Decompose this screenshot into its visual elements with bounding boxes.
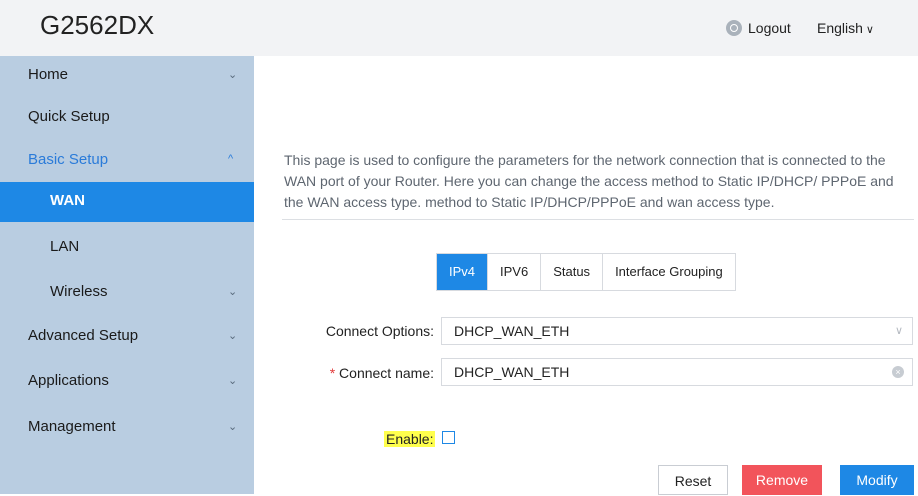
clear-icon[interactable]: × xyxy=(892,366,904,378)
sidebar-item-management[interactable]: Management ⌄ xyxy=(0,408,254,448)
brand-title: G2562DX xyxy=(40,10,155,40)
tab-interface-grouping[interactable]: Interface Grouping xyxy=(602,254,735,290)
logout-label: Logout xyxy=(748,20,791,36)
sidebar-item-label: Advanced Setup xyxy=(28,327,139,344)
chevron-down-icon: ⌄ xyxy=(228,375,238,387)
sidebar-item-label: Home xyxy=(28,66,69,83)
chevron-down-icon: ⌄ xyxy=(228,330,238,342)
sidebar-item-label: Basic Setup xyxy=(28,151,109,168)
chevron-up-icon: ^ xyxy=(228,153,234,165)
logout-link[interactable]: Logout xyxy=(726,20,791,36)
chevron-down-icon: ⌄ xyxy=(228,421,238,433)
connect-name-value: DHCP_WAN_ETH xyxy=(454,364,570,380)
top-header: G2562DX Logout English ∨ xyxy=(0,0,918,56)
required-marker: * xyxy=(329,365,336,381)
sidebar-item-wan[interactable]: WAN xyxy=(0,182,254,222)
enable-checkbox[interactable] xyxy=(442,431,455,444)
modify-button[interactable]: Modify xyxy=(840,465,914,495)
tab-ipv6[interactable]: IPV6 xyxy=(487,254,540,290)
connect-name-label: * Connect name: xyxy=(284,365,434,381)
sidebar-item-wireless[interactable]: Wireless ⌄ xyxy=(0,273,254,313)
chevron-down-icon: ∨ xyxy=(894,325,903,337)
sidebar-item-home[interactable]: Home ⌄ xyxy=(0,56,254,96)
sidebar-item-quick-setup[interactable]: Quick Setup xyxy=(0,98,254,138)
sidebar-item-lan[interactable]: LAN xyxy=(0,228,254,268)
sidebar-item-applications[interactable]: Applications ⌄ xyxy=(0,362,254,402)
connect-name-input[interactable]: DHCP_WAN_ETH × xyxy=(441,358,913,386)
sidebar-item-label: LAN xyxy=(50,238,80,255)
tab-ipv4[interactable]: IPv4 xyxy=(437,254,488,290)
sidebar: Home ⌄ Quick Setup Basic Setup ^ WAN LAN… xyxy=(0,56,254,494)
sidebar-item-label: Wireless xyxy=(50,283,108,300)
tab-status[interactable]: Status xyxy=(540,254,602,290)
enable-label: Enable: xyxy=(384,431,436,447)
connect-options-select[interactable]: DHCP_WAN_ETH ∨ xyxy=(441,317,913,345)
language-selector[interactable]: English ∨ xyxy=(817,20,874,36)
chevron-down-icon: ⌄ xyxy=(228,69,238,81)
sidebar-item-basic-setup[interactable]: Basic Setup ^ xyxy=(0,141,254,181)
sidebar-item-advanced-setup[interactable]: Advanced Setup ⌄ xyxy=(0,317,254,357)
reset-button[interactable]: Reset xyxy=(658,465,728,495)
sidebar-item-label: Management xyxy=(28,418,116,435)
chevron-down-icon: ∨ xyxy=(865,24,874,36)
page-description: This page is used to configure the param… xyxy=(284,152,894,210)
sidebar-item-label: Applications xyxy=(28,372,109,389)
connect-name-label-text: Connect name: xyxy=(339,365,434,381)
connect-options-label: Connect Options: xyxy=(325,323,434,339)
remove-button[interactable]: Remove xyxy=(742,465,822,495)
chevron-down-icon: ⌄ xyxy=(228,286,238,298)
sidebar-item-label: WAN xyxy=(50,192,85,209)
connect-options-value: DHCP_WAN_ETH xyxy=(454,323,570,339)
sidebar-item-label: Quick Setup xyxy=(28,108,110,125)
divider xyxy=(282,219,914,220)
logout-icon xyxy=(726,20,742,36)
language-label: English xyxy=(817,20,863,36)
protocol-tabs: IPv4 IPV6 Status Interface Grouping xyxy=(436,253,736,291)
